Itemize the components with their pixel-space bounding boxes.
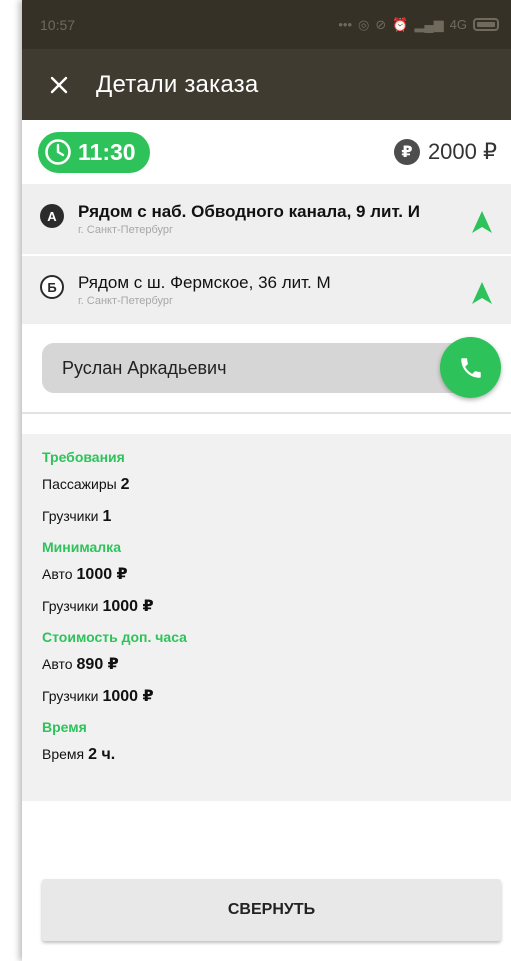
extra-loaders-row: Грузчики 1000 ₽ (42, 680, 491, 712)
extra-car-row: Авто 890 ₽ (42, 648, 491, 680)
route-point-b: Б Рядом с ш. Фермское, 36 лит. М г. Санк… (22, 254, 511, 324)
min-loaders-row: Грузчики 1000 ₽ (42, 590, 491, 622)
time-badge: 11:30 (38, 131, 150, 173)
contact-name: Руслан Аркадьевич (42, 343, 482, 393)
extra-car-label: Авто (42, 656, 73, 672)
extra-loaders-value: 1000 ₽ (102, 688, 154, 705)
min-loaders-value: 1000 ₽ (102, 598, 154, 615)
extra-loaders-label: Грузчики (42, 688, 99, 704)
address-line: Рядом с ш. Фермское, 36 лит. М (78, 273, 331, 292)
close-icon (50, 76, 68, 93)
status-time: 10:57 (40, 16, 76, 33)
section-title-time: Время (42, 719, 87, 735)
status-bar: 10:57 ••• ◎ ⊘ ⏰ ▂▄▆ 4G (22, 0, 511, 49)
close-button[interactable] (22, 76, 96, 94)
navigate-arrow-icon[interactable] (471, 281, 493, 305)
min-car-row: Авто 1000 ₽ (42, 558, 491, 590)
order-summary: 11:30 ₽ 2000 ₽ (22, 120, 511, 184)
duration-value: 2 ч. (88, 746, 116, 763)
section-title-minimum: Минималка (42, 539, 121, 555)
extra-car-value: 890 ₽ (76, 656, 119, 673)
contact-section: Руслан Аркадьевич (22, 324, 511, 414)
address-city: г. Санкт-Петербург (78, 295, 174, 307)
passengers-value: 2 (120, 476, 130, 493)
app-bar: Детали заказа (22, 49, 511, 120)
address-city: г. Санкт-Петербург (78, 224, 174, 236)
order-time: 11:30 (78, 138, 136, 165)
loaders-label: Грузчики (42, 508, 99, 524)
status-icons: ••• ◎ ⊘ ⏰ ▂▄▆ 4G (338, 17, 499, 33)
battery-icon (473, 18, 499, 31)
address-text: Рядом с ш. Фермское, 36 лит. М г. Санкт-… (78, 273, 471, 307)
dots-icon: ••• (338, 17, 352, 32)
order-details: Требования Пассажиры 2 Грузчики 1 Минималк… (22, 434, 511, 801)
min-car-label: Авто (42, 566, 73, 582)
network-type: 4G (449, 17, 467, 32)
duration-label: Время (42, 746, 85, 762)
point-b-marker: Б (40, 275, 64, 299)
section-title-requirements: Требования (42, 449, 125, 465)
page-title: Детали заказа (96, 70, 259, 98)
passengers-label: Пассажиры (42, 476, 117, 492)
min-loaders-label: Грузчики (42, 598, 99, 614)
call-button[interactable] (440, 337, 501, 398)
duration-row: Время 2 ч. (42, 738, 491, 770)
passengers-row: Пассажиры 2 (42, 468, 491, 500)
address-line: Рядом с наб. Обводного канала, 9 лит. И (78, 202, 420, 221)
collapse-button[interactable]: СВЕРНУТЬ (42, 879, 501, 941)
route-point-a: А Рядом с наб. Обводного канала, 9 лит. … (22, 184, 511, 254)
section-title-extra-hour: Стоимость доп. часа (42, 629, 187, 645)
signal-icon: ▂▄▆ (414, 16, 444, 32)
clock-icon (45, 139, 71, 165)
phone-screen: 10:57 ••• ◎ ⊘ ⏰ ▂▄▆ 4G Детали заказа 11:… (22, 0, 511, 961)
order-price: ₽ 2000 ₽ (393, 139, 497, 165)
ruble-icon: ₽ (393, 139, 420, 165)
mute-icon: ⊘ (375, 16, 387, 32)
navigate-arrow-icon[interactable] (471, 210, 493, 234)
address-text: Рядом с наб. Обводного канала, 9 лит. И … (78, 202, 471, 236)
price-value: 2000 ₽ (427, 139, 497, 164)
data-saver-icon: ◎ (358, 16, 370, 32)
loaders-value: 1 (102, 508, 112, 525)
loaders-row: Грузчики 1 (42, 500, 491, 532)
phone-icon (460, 357, 481, 378)
point-a-marker: А (40, 204, 64, 228)
min-car-value: 1000 ₽ (76, 566, 128, 583)
alarm-icon: ⏰ (392, 16, 409, 32)
